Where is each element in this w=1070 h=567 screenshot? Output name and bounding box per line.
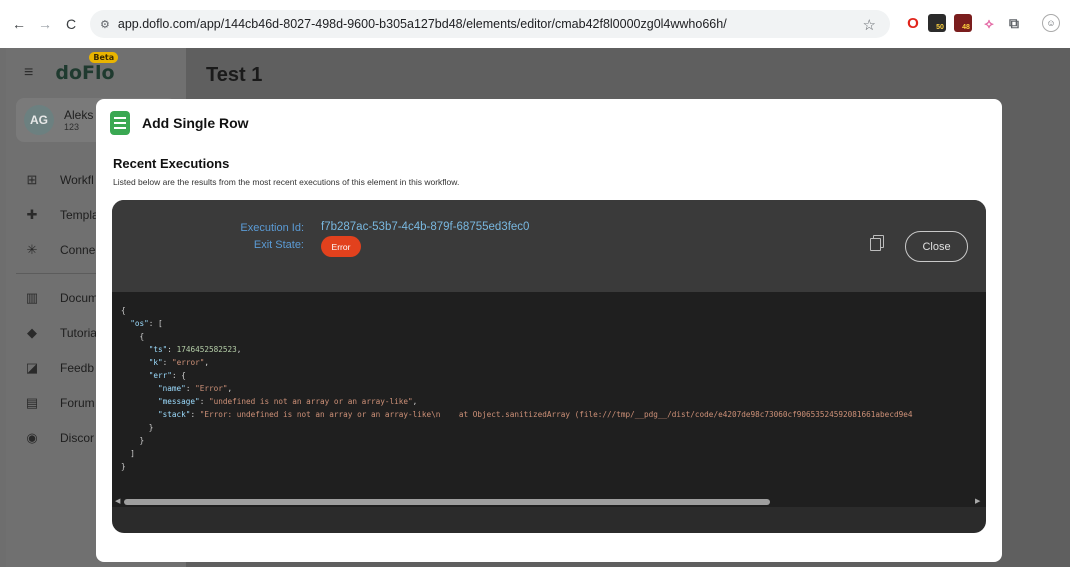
execution-panel: Execution Id: f7b287ac-53b7-4c4b-879f-68… xyxy=(112,200,986,533)
page-title: Test 1 xyxy=(206,64,263,86)
scroll-right-icon[interactable]: ▶ xyxy=(975,497,980,505)
bookmark-star-icon[interactable]: ☆ xyxy=(863,16,876,34)
execution-header: Execution Id: f7b287ac-53b7-4c4b-879f-68… xyxy=(112,200,986,292)
copy-icon[interactable] xyxy=(870,235,884,251)
close-button[interactable]: Close xyxy=(905,231,968,262)
scrollbar-thumb[interactable] xyxy=(124,499,770,505)
forum-icon: ▤ xyxy=(25,394,39,410)
horizontal-scrollbar[interactable]: ◀ ▶ xyxy=(112,497,986,507)
browser-toolbar: ← → C ⚙ app.doflo.com/app/144cb46d-8027-… xyxy=(0,0,1070,48)
user-name: Aleks xyxy=(64,108,94,122)
url-text: app.doflo.com/app/144cb46d-8027-498d-960… xyxy=(117,17,727,31)
beta-badge: Beta xyxy=(89,52,119,63)
execution-id-label: Execution Id: xyxy=(240,222,304,234)
book-icon: ▥ xyxy=(25,289,39,305)
back-icon[interactable]: ← xyxy=(8,13,30,35)
json-code: { "os": [ { "ts": 1746452582523, "k": "e… xyxy=(121,306,913,471)
reload-icon[interactable]: C xyxy=(60,13,82,35)
exit-state-label: Exit State: xyxy=(253,239,304,251)
site-settings-icon[interactable]: ⚙ xyxy=(100,18,110,31)
section-title: Recent Executions xyxy=(113,156,230,171)
extension-icon-2[interactable]: 48 xyxy=(954,14,972,32)
avatar: AG xyxy=(24,105,54,135)
connections-icon: ✳ xyxy=(26,241,38,257)
feedback-icon: ◪ xyxy=(25,359,39,375)
puzzle-icon: ✚ xyxy=(26,206,38,222)
address-bar[interactable]: ⚙ app.doflo.com/app/144cb46d-8027-498d-9… xyxy=(90,10,890,38)
forward-icon[interactable]: → xyxy=(34,13,56,35)
user-subtitle: 123 xyxy=(64,122,80,132)
profile-icon[interactable]: ☺ xyxy=(1042,14,1060,32)
execution-id-value: f7b287ac-53b7-4c4b-879f-68755ed3fec0 xyxy=(321,221,530,233)
section-description: Listed below are the results from the mo… xyxy=(113,177,460,187)
graduation-cap-icon: ◆ xyxy=(27,324,37,340)
logo[interactable]: doFlo Beta xyxy=(55,52,119,84)
scroll-left-icon[interactable]: ◀ xyxy=(115,497,120,505)
exit-state-badge: Error xyxy=(321,236,361,257)
extensions-puzzle-icon[interactable]: ⧉ xyxy=(1005,14,1023,32)
discord-icon: ◉ xyxy=(26,429,38,445)
collapse-menu-icon[interactable]: ≡ xyxy=(24,64,33,82)
extension-icon-1[interactable]: 50 xyxy=(928,14,946,32)
workflow-icon: ⊞ xyxy=(26,171,38,187)
executions-modal: Add Single Row Recent Executions Listed … xyxy=(96,99,1002,562)
sheet-icon xyxy=(110,111,130,135)
extension-icon-3[interactable]: ⟡ xyxy=(980,14,998,32)
opera-extension-icon[interactable]: O xyxy=(904,14,922,32)
json-output[interactable]: { "os": [ { "ts": 1746452582523, "k": "e… xyxy=(112,292,986,497)
modal-title: Add Single Row xyxy=(142,115,249,131)
